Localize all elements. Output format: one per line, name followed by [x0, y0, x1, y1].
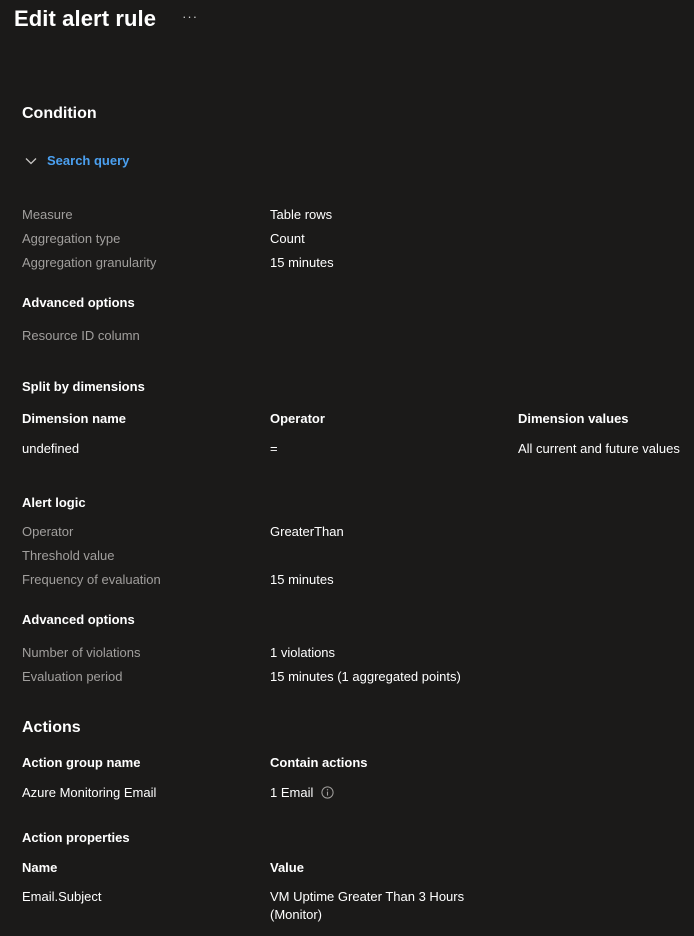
actions-section-title: Actions — [22, 719, 81, 736]
aggregation-granularity-value: 15 minutes — [270, 255, 334, 270]
dimension-name-header: Dimension name — [22, 411, 127, 426]
number-of-violations-value: 1 violations — [270, 645, 336, 660]
frequency-of-evaluation-value: 15 minutes — [270, 572, 334, 587]
condition-section-title: Condition — [22, 105, 97, 122]
contain-actions-cell: 1 Email — [270, 785, 334, 800]
dimension-values-cell: All current and future values — [518, 441, 680, 456]
operator-header: Operator — [270, 411, 325, 426]
action-group-name-cell: Azure Monitoring Email — [22, 785, 157, 800]
chevron-down-icon — [25, 157, 37, 164]
property-value-line-2: (Monitor) — [270, 907, 323, 922]
evaluation-period-value: 15 minutes (1 aggregated points) — [270, 669, 461, 684]
measure-label: Measure — [22, 207, 73, 222]
evaluation-period-label: Evaluation period — [22, 669, 123, 684]
page-header: Edit alert rule ··· — [14, 6, 198, 32]
operator-label: Operator — [22, 524, 74, 539]
advanced-options-title-2: Advanced options — [22, 612, 135, 627]
property-value-header: Value — [270, 860, 304, 875]
aggregation-type-value: Count — [270, 231, 305, 246]
action-properties-title: Action properties — [22, 830, 130, 845]
dimension-operator-cell: = — [270, 441, 278, 456]
frequency-of-evaluation-label: Frequency of evaluation — [22, 572, 161, 587]
info-icon[interactable] — [321, 786, 334, 799]
resource-id-column-label: Resource ID column — [22, 328, 140, 343]
edit-alert-rule-page: Edit alert rule ··· Condition Search que… — [0, 0, 694, 936]
search-query-label: Search query — [47, 153, 130, 168]
contain-actions-text: 1 Email — [270, 785, 314, 800]
property-value-line-1: VM Uptime Greater Than 3 Hours — [270, 889, 465, 904]
property-name-cell: Email.Subject — [22, 889, 102, 904]
advanced-options-title: Advanced options — [22, 295, 135, 310]
measure-value: Table rows — [270, 207, 333, 222]
dimension-name-cell: undefined — [22, 441, 80, 456]
split-by-dimensions-title: Split by dimensions — [22, 379, 145, 394]
property-name-header: Name — [22, 860, 58, 875]
operator-value: GreaterThan — [270, 524, 344, 539]
aggregation-type-label: Aggregation type — [22, 231, 121, 246]
alert-logic-title: Alert logic — [22, 495, 86, 510]
number-of-violations-label: Number of violations — [22, 645, 141, 660]
action-group-name-header: Action group name — [22, 755, 141, 770]
more-options-button[interactable]: ··· — [182, 9, 198, 24]
dimension-values-header: Dimension values — [518, 411, 629, 426]
contain-actions-header: Contain actions — [270, 755, 368, 770]
aggregation-granularity-label: Aggregation granularity — [22, 255, 157, 270]
threshold-value-label: Threshold value — [22, 548, 115, 563]
page-title: Edit alert rule — [14, 6, 157, 31]
search-query-toggle[interactable]: Search query — [24, 153, 129, 168]
